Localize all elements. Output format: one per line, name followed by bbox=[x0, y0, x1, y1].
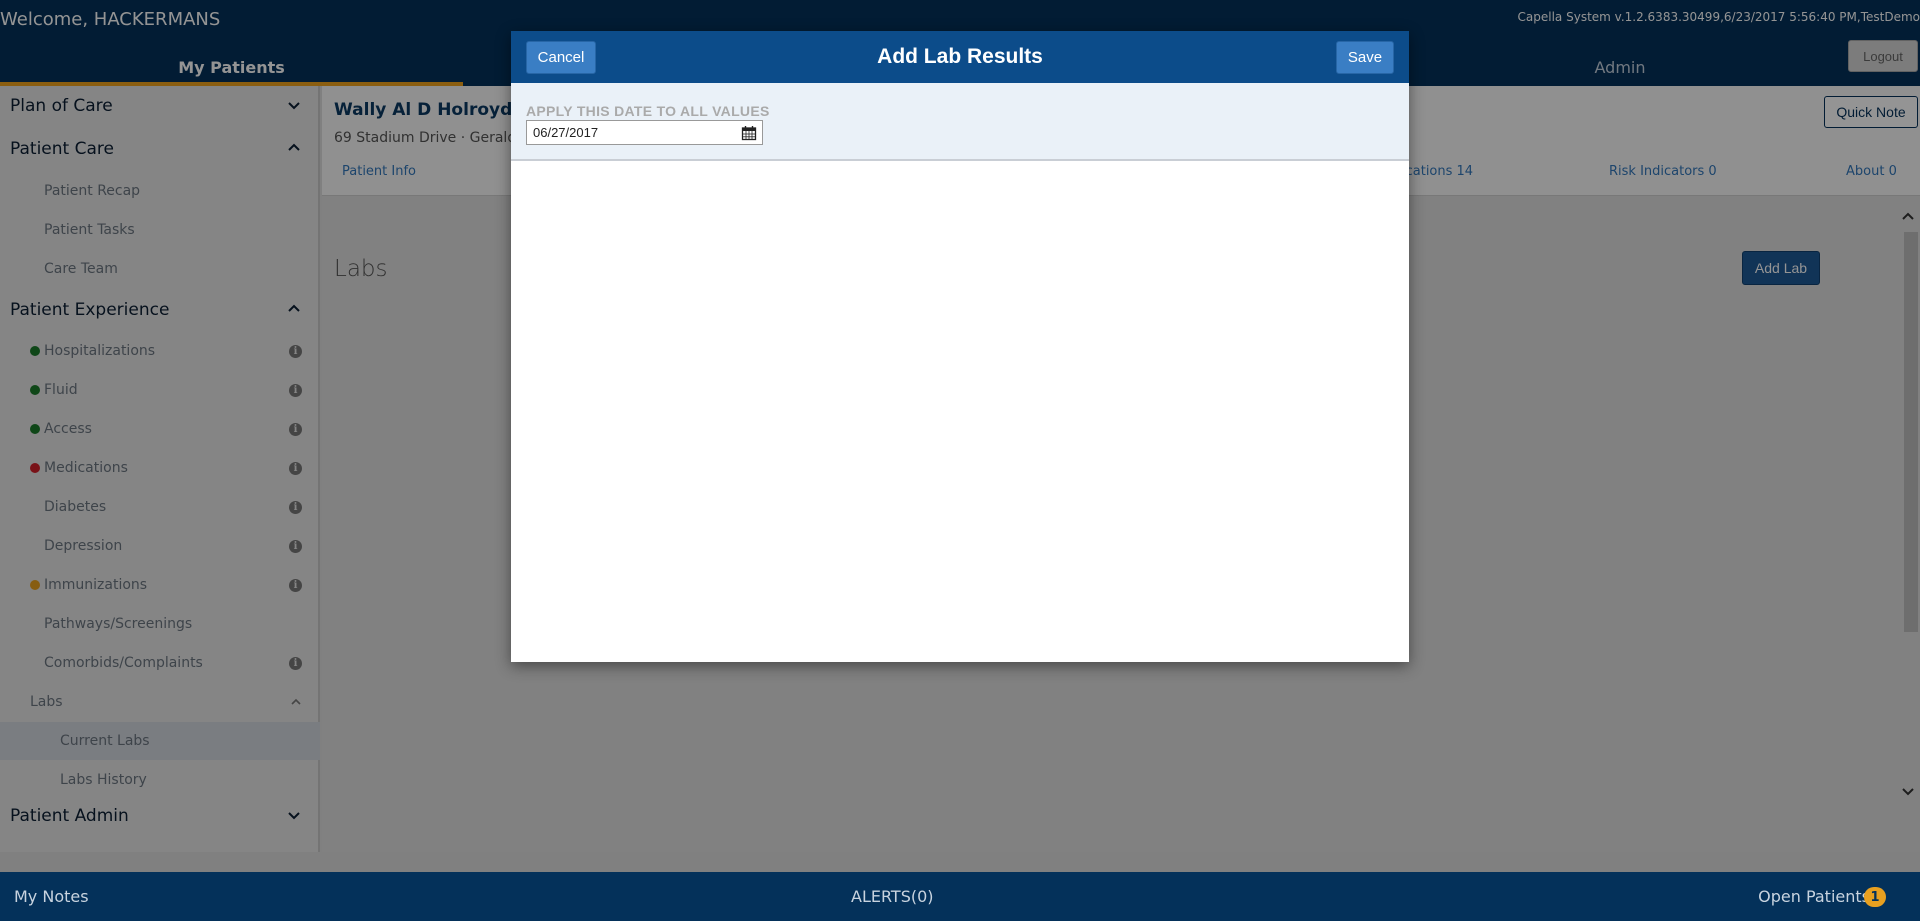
alerts-link[interactable]: ALERTS(0) bbox=[851, 887, 934, 906]
calendar-icon[interactable] bbox=[741, 125, 757, 141]
open-patients-badge: 1 bbox=[1864, 887, 1886, 907]
date-input[interactable] bbox=[526, 120, 763, 145]
save-button[interactable]: Save bbox=[1336, 41, 1394, 74]
modal-header: Cancel Add Lab Results Save bbox=[511, 31, 1409, 83]
modal-title: Add Lab Results bbox=[877, 45, 1043, 68]
add-lab-results-modal: Cancel Add Lab Results Save APPLY THIS D… bbox=[511, 31, 1409, 662]
apply-date-panel: APPLY THIS DATE TO ALL VALUES bbox=[511, 83, 1409, 161]
my-notes-link[interactable]: My Notes bbox=[14, 887, 89, 906]
open-patients-link[interactable]: Open Patients bbox=[1758, 887, 1870, 906]
footer-bar: My Notes ALERTS(0) Open Patients 1 bbox=[0, 872, 1920, 921]
apply-date-label: APPLY THIS DATE TO ALL VALUES bbox=[526, 103, 770, 119]
